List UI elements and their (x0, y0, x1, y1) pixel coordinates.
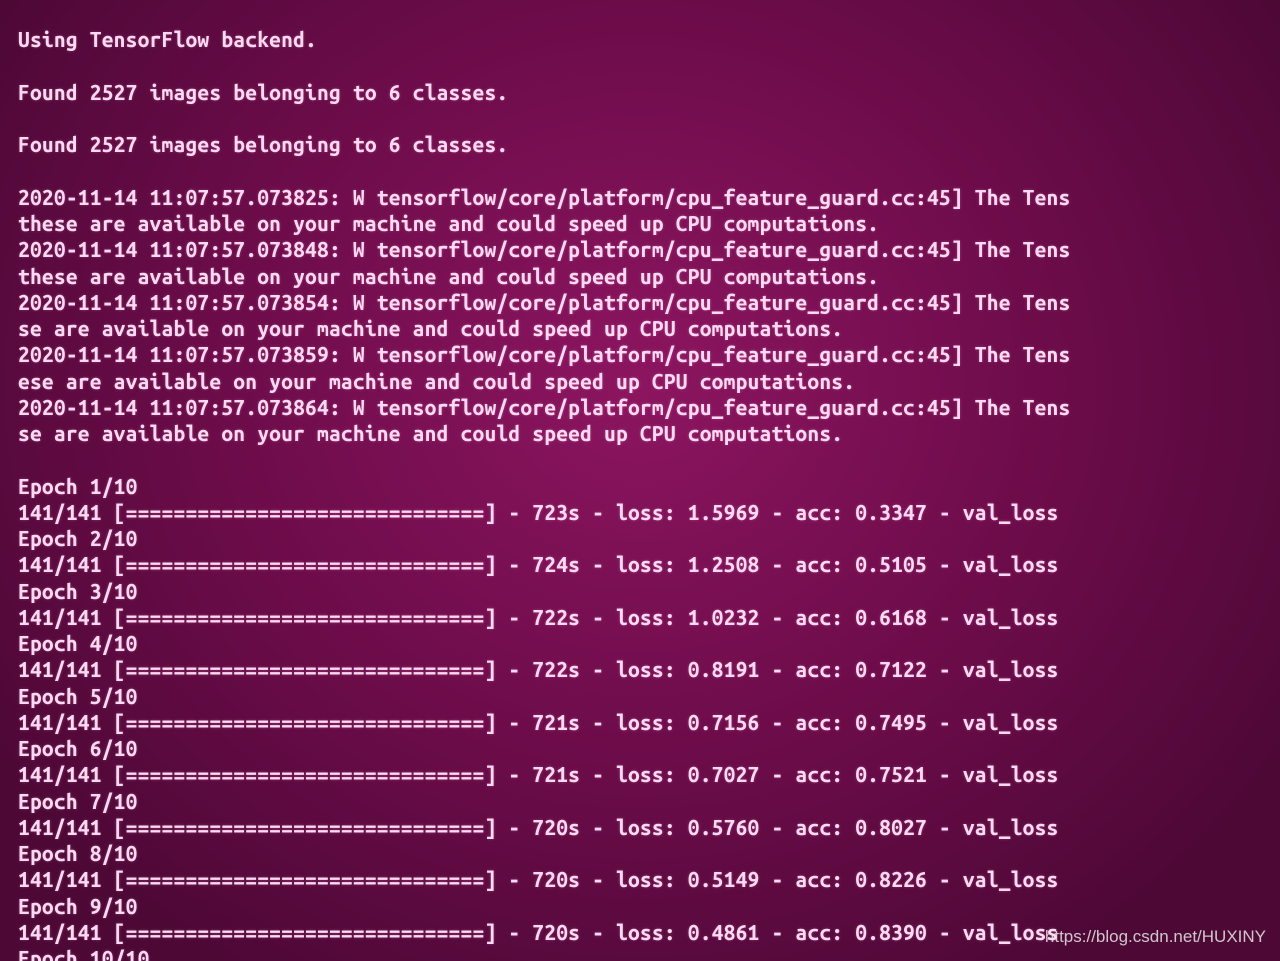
epoch-progress: 141/141 [==============================]… (18, 866, 1274, 892)
epoch-header: Epoch 7/10 (18, 788, 1274, 814)
tf-warning-tail: these are available on your machine and … (18, 263, 1274, 289)
epoch-progress: 141/141 [==============================]… (18, 656, 1274, 682)
log-line: Using TensorFlow backend. (18, 26, 1274, 52)
epoch-progress: 141/141 [==============================]… (18, 551, 1274, 577)
tf-warning-line: 2020-11-14 11:07:57.073825: W tensorflow… (18, 184, 1274, 210)
epoch-progress: 141/141 [==============================]… (18, 499, 1274, 525)
tf-warning-line: 2020-11-14 11:07:57.073854: W tensorflow… (18, 289, 1274, 315)
epoch-header: Epoch 5/10 (18, 683, 1274, 709)
tf-warning-tail: ese are available on your machine and co… (18, 368, 1274, 394)
epoch-progress: 141/141 [==============================]… (18, 604, 1274, 630)
epoch-header: Epoch 1/10 (18, 473, 1274, 499)
epoch-progress: 141/141 [==============================]… (18, 709, 1274, 735)
tf-warning-tail: se are available on your machine and cou… (18, 420, 1274, 446)
tf-warning-line: 2020-11-14 11:07:57.073864: W tensorflow… (18, 394, 1274, 420)
tf-warning-line: 2020-11-14 11:07:57.073848: W tensorflow… (18, 236, 1274, 262)
tf-warning-line: 2020-11-14 11:07:57.073859: W tensorflow… (18, 341, 1274, 367)
epoch-header: Epoch 4/10 (18, 630, 1274, 656)
log-line: Found 2527 images belonging to 6 classes… (18, 131, 1274, 157)
tf-warning-tail: these are available on your machine and … (18, 210, 1274, 236)
epoch-header: Epoch 9/10 (18, 893, 1274, 919)
epoch-header: Epoch 8/10 (18, 840, 1274, 866)
epoch-header: Epoch 6/10 (18, 735, 1274, 761)
watermark-text: https://blog.csdn.net/HUXINY (1045, 926, 1266, 947)
log-line: Found 2527 images belonging to 6 classes… (18, 79, 1274, 105)
epoch-progress: 141/141 [==============================]… (18, 761, 1274, 787)
tf-warning-tail: se are available on your machine and cou… (18, 315, 1274, 341)
terminal-output[interactable]: Using TensorFlow backend. Found 2527 ima… (0, 0, 1280, 961)
epoch-header: Epoch 2/10 (18, 525, 1274, 551)
epoch-header: Epoch 10/10 (18, 945, 1274, 961)
epoch-progress: 141/141 [==============================]… (18, 814, 1274, 840)
epoch-header: Epoch 3/10 (18, 578, 1274, 604)
